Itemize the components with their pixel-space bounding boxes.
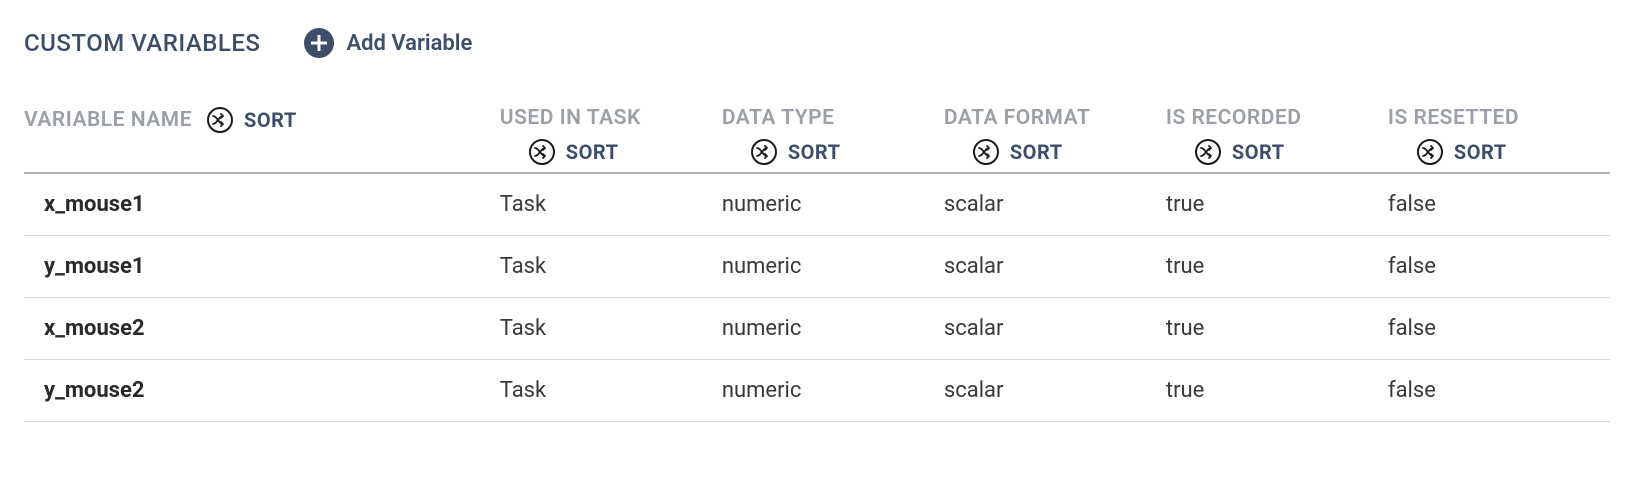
table-row[interactable]: y_mouse2 Task numeric scalar true false <box>24 360 1610 422</box>
sort-label: SORT <box>244 108 297 132</box>
col-header-task: USED IN TASK <box>500 106 722 130</box>
sort-label: SORT <box>566 140 619 164</box>
shuffle-icon <box>1416 138 1444 166</box>
cell-task: Task <box>500 360 722 422</box>
cell-variable-name: y_mouse1 <box>24 236 500 298</box>
add-variable-button[interactable]: Add Variable <box>304 28 472 58</box>
cell-dtype: numeric <box>722 360 944 422</box>
sort-by-task-button[interactable]: SORT <box>500 138 722 166</box>
plus-icon <box>304 28 334 58</box>
shuffle-icon <box>972 138 1000 166</box>
shuffle-icon <box>1194 138 1222 166</box>
table-row[interactable]: x_mouse2 Task numeric scalar true false <box>24 298 1610 360</box>
sort-label: SORT <box>788 140 841 164</box>
cell-resetted: false <box>1388 360 1610 422</box>
sort-label: SORT <box>1454 140 1507 164</box>
cell-dformat: scalar <box>944 298 1166 360</box>
add-variable-label: Add Variable <box>346 31 472 56</box>
sort-by-dtype-button[interactable]: SORT <box>722 138 944 166</box>
cell-task: Task <box>500 298 722 360</box>
cell-dformat: scalar <box>944 236 1166 298</box>
col-header-recorded: IS RECORDED <box>1166 106 1388 130</box>
table-row[interactable]: y_mouse1 Task numeric scalar true false <box>24 236 1610 298</box>
cell-variable-name: y_mouse2 <box>24 360 500 422</box>
cell-dtype: numeric <box>722 173 944 236</box>
cell-dtype: numeric <box>722 298 944 360</box>
cell-dformat: scalar <box>944 360 1166 422</box>
shuffle-icon <box>750 138 778 166</box>
col-header-name: VARIABLE NAME <box>24 108 192 132</box>
col-header-dtype: DATA TYPE <box>722 106 944 130</box>
shuffle-icon <box>528 138 556 166</box>
cell-recorded: true <box>1166 298 1388 360</box>
sort-label: SORT <box>1010 140 1063 164</box>
shuffle-icon <box>206 106 234 134</box>
cell-recorded: true <box>1166 173 1388 236</box>
cell-dformat: scalar <box>944 173 1166 236</box>
cell-task: Task <box>500 236 722 298</box>
variables-table: VARIABLE NAME SORT USED IN TASK <box>24 106 1610 422</box>
cell-task: Task <box>500 173 722 236</box>
section-title: CUSTOM VARIABLES <box>24 29 260 57</box>
col-header-resetted: IS RESETTED <box>1388 106 1610 130</box>
table-row[interactable]: x_mouse1 Task numeric scalar true false <box>24 173 1610 236</box>
cell-recorded: true <box>1166 360 1388 422</box>
cell-variable-name: x_mouse1 <box>24 173 500 236</box>
cell-resetted: false <box>1388 236 1610 298</box>
sort-by-resetted-button[interactable]: SORT <box>1388 138 1610 166</box>
sort-by-dformat-button[interactable]: SORT <box>944 138 1166 166</box>
sort-by-recorded-button[interactable]: SORT <box>1166 138 1388 166</box>
col-header-dformat: DATA FORMAT <box>944 106 1166 130</box>
cell-resetted: false <box>1388 298 1610 360</box>
cell-dtype: numeric <box>722 236 944 298</box>
sort-label: SORT <box>1232 140 1285 164</box>
cell-recorded: true <box>1166 236 1388 298</box>
sort-by-name-button[interactable]: SORT <box>206 106 297 134</box>
cell-variable-name: x_mouse2 <box>24 298 500 360</box>
cell-resetted: false <box>1388 173 1610 236</box>
